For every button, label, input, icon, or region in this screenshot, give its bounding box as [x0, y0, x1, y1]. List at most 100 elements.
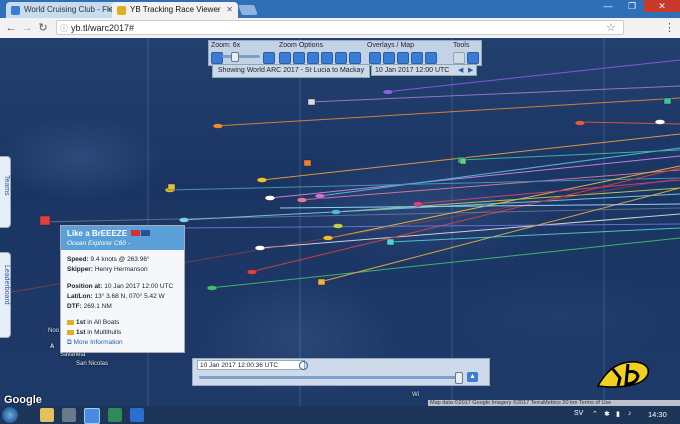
- date-text: 10 Jan 2017 12:00 UTC: [375, 67, 450, 74]
- bookmark-star-icon[interactable]: ☆: [606, 21, 616, 34]
- help-button[interactable]: [467, 52, 479, 64]
- maximize-button[interactable]: ❐: [620, 0, 644, 12]
- clock-icon[interactable]: [299, 361, 308, 370]
- url-input[interactable]: ⓘ yb.tl/warc2017#: [56, 20, 624, 35]
- popup-header: Like a BrEEEZE Ocean Explorer C60 -: [61, 226, 184, 250]
- speed-value: 9.4 knots @ 263.96°: [90, 256, 150, 263]
- map-label: A: [50, 344, 55, 350]
- tab-world-cruising-club[interactable]: World Cruising Club - Fle ✕: [6, 2, 118, 18]
- tools-settings-button[interactable]: [453, 52, 465, 64]
- more-info-link[interactable]: ⧉ More Information: [67, 339, 123, 347]
- rank-all-row: 1st in All Boats: [67, 319, 119, 326]
- zoom-label: Zoom: 6x: [211, 42, 241, 49]
- more-info-label: More Information: [73, 339, 123, 346]
- minimize-button[interactable]: —: [596, 0, 620, 12]
- page-info-icon[interactable]: ⓘ: [60, 21, 68, 36]
- latlon-value: 13° 3.68 N, 070° 5.42 W: [94, 293, 165, 300]
- zoom-leader-button[interactable]: [307, 52, 319, 64]
- timeline-panel: 10 Jan 2017 12:00:36 UTC ▲: [192, 358, 490, 386]
- close-tab-icon[interactable]: ✕: [226, 2, 233, 18]
- skipper-value: Henry Hermanson: [94, 266, 148, 273]
- url-text: yb.tl/warc2017#: [71, 23, 135, 33]
- overlay-wind-button[interactable]: [397, 52, 409, 64]
- zoom-selected-button[interactable]: [335, 52, 347, 64]
- skipper-row: Skipper: Henry Hermanson: [67, 266, 148, 273]
- map-label: Noo: [48, 328, 60, 334]
- skipper-label: Skipper:: [67, 266, 94, 273]
- language-indicator[interactable]: SV: [574, 410, 583, 417]
- rank-position: 1st: [76, 319, 86, 326]
- overlay-tracks-button[interactable]: [369, 52, 381, 64]
- tab-yb-tracking[interactable]: YB Tracking Race Viewer ✕: [112, 2, 238, 18]
- google-logo-text: Google: [4, 394, 42, 406]
- zoom-out-button[interactable]: [211, 52, 223, 64]
- play-button[interactable]: ▲: [467, 372, 478, 382]
- next-arrow-icon[interactable]: ▶: [468, 65, 473, 77]
- tab-teams[interactable]: Teams: [0, 156, 11, 228]
- flag-icon: [131, 230, 140, 236]
- dtf-row: DTF: 269.1 NM: [67, 303, 112, 310]
- zoom-finish-button[interactable]: [349, 52, 361, 64]
- network-icon[interactable]: ▮: [616, 410, 620, 418]
- dtf-value: 269.1 NM: [83, 303, 112, 310]
- volume-icon[interactable]: ♪: [628, 410, 632, 417]
- zoom-fit-button[interactable]: [279, 52, 291, 64]
- internet-explorer-icon[interactable]: [130, 408, 144, 422]
- timeline-time: 10 Jan 2017 12:00:36 UTC: [197, 360, 305, 370]
- boat-name: Like a BrEEEZE: [67, 229, 128, 238]
- start-button[interactable]: [2, 407, 18, 423]
- dtf-label: DTF:: [67, 303, 82, 310]
- map-toolbar: Zoom: 6x Zoom Options Overlays / Map Too…: [208, 40, 482, 66]
- boat-info-popup: Like a BrEEEZE Ocean Explorer C60 - Spee…: [60, 225, 185, 353]
- boat-type: Ocean Explorer C60 -: [67, 240, 130, 247]
- timeline-slider[interactable]: [199, 376, 461, 379]
- tab-label: YB Tracking Race Viewer: [130, 5, 221, 14]
- chrome-icon[interactable]: [84, 408, 100, 424]
- yb-tracking-logo: [596, 361, 649, 388]
- zoom-slider-handle[interactable]: [231, 52, 239, 62]
- new-tab-button[interactable]: [238, 5, 258, 15]
- tools-label: Tools: [453, 42, 470, 49]
- windows-taskbar: SV ⌃ ✱ ▮ ♪ 14:30: [0, 406, 680, 424]
- teams-label: Teams: [3, 175, 10, 196]
- window-close-button[interactable]: ✕: [644, 0, 680, 12]
- position-label: Position at:: [67, 283, 103, 290]
- race-selector[interactable]: Showing World ARC 2017 - St Lucia to Mac…: [212, 64, 370, 78]
- zoom-in-button[interactable]: [263, 52, 275, 64]
- address-bar-row: ← → ↻ ⓘ yb.tl/warc2017# ☆ ⋮: [0, 18, 680, 39]
- tab-label: World Cruising Club - Fle: [24, 5, 114, 14]
- forward-arrow-icon[interactable]: →: [20, 21, 34, 35]
- overlay-shuffle-button[interactable]: [411, 52, 423, 64]
- map-label: San Nicolas: [76, 361, 109, 367]
- leaderboard-label: Leaderboard: [3, 265, 10, 305]
- info-link-icon: ⧉: [67, 339, 72, 346]
- app-icon[interactable]: [62, 408, 76, 422]
- reload-icon[interactable]: ↻: [36, 21, 50, 35]
- google-logo: Google: [4, 394, 42, 406]
- browser-tab-bar: World Cruising Club - Fle ✕ YB Tracking …: [0, 0, 680, 18]
- race-selector-label: Showing World ARC 2017 - St Lucia to Mac…: [217, 67, 365, 74]
- system-clock[interactable]: 14:30: [648, 410, 667, 419]
- previous-arrow-icon[interactable]: ◀: [458, 65, 463, 77]
- latlon-label: Lat/Lon:: [67, 293, 93, 300]
- overlay-labels-button[interactable]: [383, 52, 395, 64]
- zoom-fleet-button[interactable]: [293, 52, 305, 64]
- zoom-slider[interactable]: [222, 55, 260, 58]
- back-arrow-icon[interactable]: ←: [4, 21, 18, 35]
- zoom-course-button[interactable]: [321, 52, 333, 64]
- speed-label: Speed:: [67, 256, 89, 263]
- browser-menu-icon[interactable]: ⋮: [664, 21, 675, 34]
- file-explorer-icon[interactable]: [40, 408, 54, 422]
- speed-row: Speed: 9.4 knots @ 263.96°: [67, 256, 150, 263]
- app-icon[interactable]: [108, 408, 122, 422]
- latlon-row: Lat/Lon: 13° 3.68 N, 070° 5.42 W: [67, 293, 165, 300]
- timeline-slider-handle[interactable]: [455, 372, 463, 384]
- tray-chevron-icon[interactable]: ⌃: [592, 410, 598, 418]
- map-type-button[interactable]: [425, 52, 437, 64]
- crown-icon: [67, 329, 74, 335]
- rank-text: in Multihulls: [87, 329, 122, 336]
- bluetooth-icon[interactable]: ✱: [604, 410, 610, 418]
- date-display: 10 Jan 2017 12:00 UTC ◀ ▶: [371, 64, 477, 76]
- tab-leaderboard[interactable]: Leaderboard: [0, 252, 11, 338]
- zoom-options-label: Zoom Options: [279, 42, 323, 49]
